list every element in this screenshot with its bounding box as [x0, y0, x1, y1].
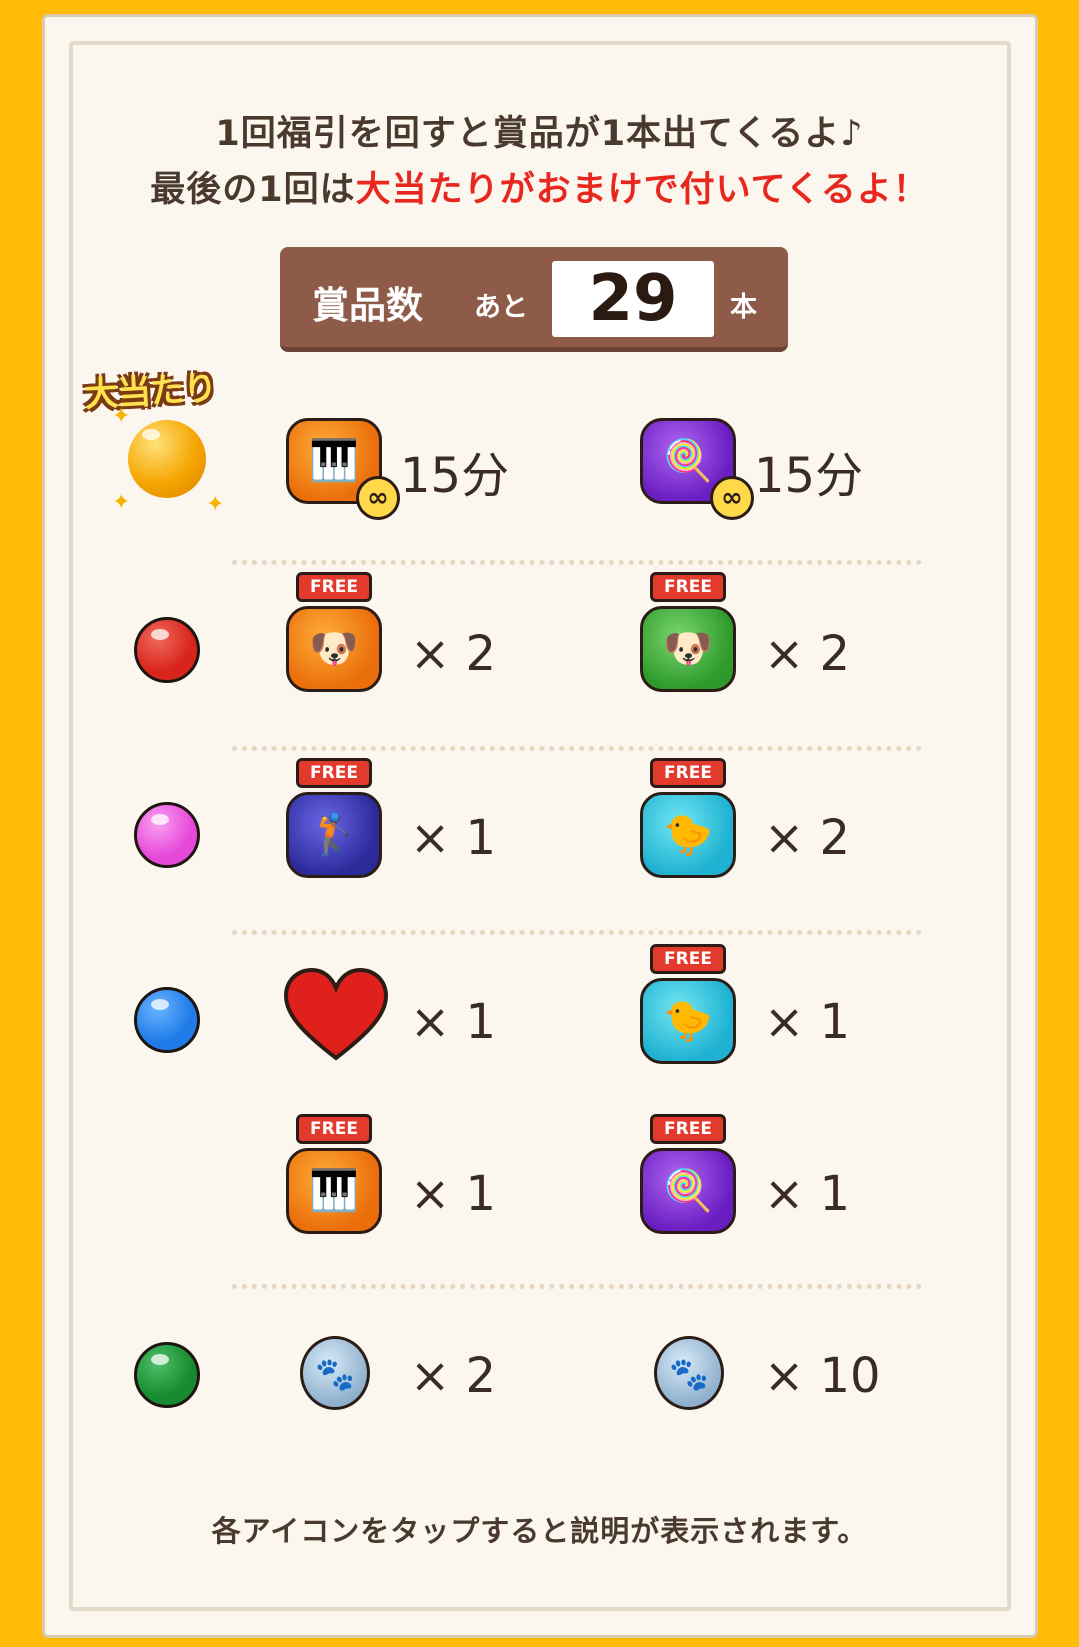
jar-body: 🐶: [640, 606, 736, 692]
rainbow-candy-icon: 🍭: [663, 1168, 713, 1214]
snoopy-icon: 🐶: [309, 626, 359, 672]
counter-remaining-label: あと: [474, 292, 528, 323]
prize-quantity: × 1: [410, 810, 497, 866]
prize-quantity: × 2: [410, 1348, 497, 1404]
prize-quantity: × 1: [764, 1166, 851, 1222]
counter-label: 賞品数: [312, 284, 423, 327]
golf-snoopy-icon: 🏌: [309, 812, 359, 858]
prize-quantity: × 1: [410, 994, 497, 1050]
jar-body: 🍭: [640, 1148, 736, 1234]
prize-quantity: × 10: [764, 1348, 881, 1404]
tier-divider: [232, 560, 922, 565]
free-tag: FREE: [650, 758, 726, 788]
jackpot-badge: 大当たり: [70, 356, 260, 426]
woodstock-icon: 🐤: [663, 998, 713, 1044]
jar-body: 🎹: [286, 1148, 382, 1234]
free-tag: FREE: [296, 572, 372, 602]
red-ball-icon: [134, 617, 200, 683]
jar-body: 🐶: [286, 606, 382, 692]
infinity-icon: ∞: [356, 476, 400, 520]
intro-line-2-prefix: 最後の1回は: [150, 170, 356, 210]
counter-value: 29: [552, 261, 714, 337]
footer-note: 各アイコンをタップすると説明が表示されます。: [211, 1514, 868, 1548]
counter-unit: 本: [730, 292, 757, 323]
woodstock-icon: 🐤: [663, 812, 713, 858]
prize-quantity: × 2: [410, 626, 497, 682]
free-tag: FREE: [296, 1114, 372, 1144]
piano-icon: 🎹: [309, 1168, 359, 1214]
paw-coin-face: 🐾: [654, 1336, 724, 1410]
orange-jar-infinity-icon[interactable]: 🎹 ∞: [282, 406, 400, 520]
purple-free-jar-icon[interactable]: FREE 🍭: [636, 1114, 744, 1236]
free-tag: FREE: [296, 758, 372, 788]
free-tag: FREE: [650, 944, 726, 974]
jar-body: 🏌: [286, 792, 382, 878]
infinity-icon: ∞: [710, 476, 754, 520]
prize-quantity: 15分: [400, 448, 510, 504]
jar-body: 🐤: [640, 792, 736, 878]
heart-icon[interactable]: [282, 966, 390, 1066]
purple-jar-infinity-icon[interactable]: 🍭 ∞: [636, 406, 754, 520]
sparkle-icon: ✦: [206, 492, 225, 517]
intro-line-2: 最後の1回は大当たりがおまけで付いてくるよ！: [0, 161, 1079, 219]
rainbow-candy-icon: 🍭: [663, 438, 713, 484]
gold-ball-icon: [128, 420, 206, 498]
prize-quantity: × 1: [410, 1166, 497, 1222]
heart-shape: [283, 967, 389, 1061]
paw-coin-face: 🐾: [300, 1336, 370, 1410]
prize-quantity: × 2: [764, 810, 851, 866]
piano-icon: 🎹: [309, 438, 359, 484]
sparkle-icon: ✦: [112, 490, 131, 515]
prize-quantity: 15分: [754, 448, 864, 504]
free-tag: FREE: [650, 1114, 726, 1144]
jackpot-badge-text: 大当たり: [83, 368, 218, 416]
tier-divider: [232, 930, 922, 935]
cyan-free-jar-icon[interactable]: FREE 🐤: [636, 758, 744, 880]
orange-free-jar-icon[interactable]: FREE 🎹: [282, 1114, 390, 1236]
green-free-jar-icon[interactable]: FREE 🐶: [636, 572, 744, 694]
tier-divider: [232, 1284, 922, 1289]
snoopy-icon: 🐶: [663, 626, 713, 672]
free-tag: FREE: [650, 572, 726, 602]
tier-divider: [232, 746, 922, 751]
intro-line-2-highlight: 大当たりがおまけで付いてくるよ！: [355, 170, 929, 210]
intro-line-1: 1回福引を回すと賞品が1本出てくるよ♪: [215, 114, 864, 154]
prize-counter: 賞品数 あと 29 本: [280, 247, 788, 352]
sparkle-icon: ✦: [112, 404, 131, 429]
orange-free-jar-icon[interactable]: FREE 🐶: [282, 572, 390, 694]
paw-coin-icon[interactable]: 🐾: [636, 1322, 744, 1422]
prize-quantity: × 1: [764, 994, 851, 1050]
blue-ball-icon: [134, 987, 200, 1053]
cyan-free-jar-icon[interactable]: FREE 🐤: [636, 944, 744, 1066]
green-ball-icon: [134, 1342, 200, 1408]
prize-quantity: × 2: [764, 626, 851, 682]
pink-ball-icon: [134, 802, 200, 868]
indigo-free-jar-icon[interactable]: FREE 🏌: [282, 758, 390, 880]
paw-coin-icon[interactable]: 🐾: [282, 1322, 390, 1422]
jar-body: 🐤: [640, 978, 736, 1064]
